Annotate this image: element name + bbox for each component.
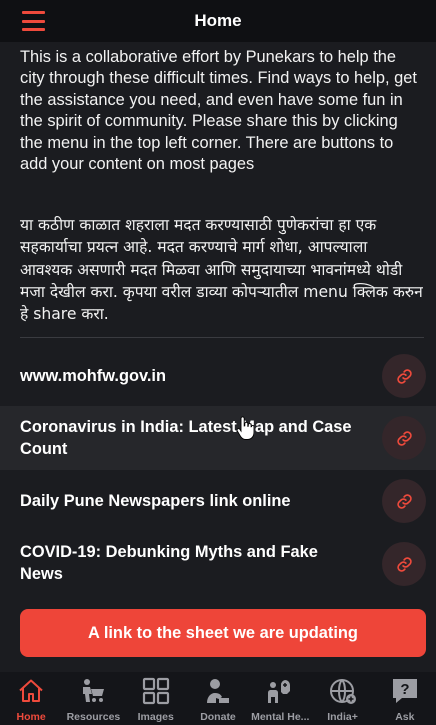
tab-label: Donate xyxy=(200,711,236,723)
link-icon xyxy=(396,556,412,572)
tab-label: India+ xyxy=(327,711,358,723)
link-title: Coronavirus in India: Latest Map and Cas… xyxy=(20,418,352,458)
list-item[interactable]: Coronavirus in India: Latest Map and Cas… xyxy=(0,406,436,470)
tab-mental-health[interactable]: Mental He... xyxy=(249,672,311,725)
link-icon xyxy=(396,368,412,384)
cart-person-icon xyxy=(78,676,108,706)
globe-plus-icon xyxy=(328,676,358,706)
link-title: www.mohfw.gov.in xyxy=(20,367,166,385)
tab-resources[interactable]: Resources xyxy=(62,672,124,725)
tab-label: Home xyxy=(16,711,46,723)
tab-label: Ask xyxy=(395,711,415,723)
link-button[interactable] xyxy=(382,479,426,523)
app-header: Home xyxy=(0,0,436,42)
tab-label: Mental He... xyxy=(251,711,310,723)
hamburger-menu-icon[interactable] xyxy=(13,9,49,33)
image-grid-icon xyxy=(141,676,171,706)
bottom-tab-bar: Home Resources Images Donate Mental He..… xyxy=(0,672,436,725)
link-title: Daily Pune Newspapers link online xyxy=(20,492,291,510)
link-button[interactable] xyxy=(382,542,426,586)
mental-health-icon xyxy=(265,676,295,706)
divider xyxy=(20,337,424,338)
sheet-link-button[interactable]: A link to the sheet we are updating xyxy=(20,609,426,657)
tab-donate[interactable]: Donate xyxy=(187,672,249,725)
intro-marathi-text: या कठीण काळात शहराला मदत करण्यासाठी पुणे… xyxy=(20,216,423,324)
list-item[interactable]: COVID-19: Debunking Myths and Fake News xyxy=(0,537,436,593)
link-button[interactable] xyxy=(382,354,426,398)
tab-home[interactable]: Home xyxy=(0,672,62,725)
tab-india-plus[interactable]: India+ xyxy=(311,672,373,725)
main-content[interactable]: This is a collaborative effort by Puneka… xyxy=(0,42,436,672)
tab-label: Images xyxy=(137,711,174,723)
link-icon xyxy=(396,493,412,509)
list-item[interactable]: Daily Pune Newspapers link online xyxy=(0,476,436,530)
question-icon: ? xyxy=(390,676,420,706)
donate-person-icon xyxy=(203,676,233,706)
hand-cursor-icon xyxy=(236,416,254,440)
link-title: COVID-19: Debunking Myths and Fake News xyxy=(20,543,318,583)
tab-ask[interactable]: ? Ask xyxy=(374,672,436,725)
app-window: Home This is a collaborative effort by P… xyxy=(0,0,436,725)
list-item[interactable]: www.mohfw.gov.in xyxy=(0,349,436,403)
home-icon xyxy=(16,676,46,706)
svg-text:?: ? xyxy=(400,681,409,698)
page-title: Home xyxy=(194,11,242,30)
link-button[interactable] xyxy=(382,416,426,460)
intro-english-text: This is a collaborative effort by Puneka… xyxy=(20,48,417,174)
link-icon xyxy=(396,430,412,446)
tab-images[interactable]: Images xyxy=(125,672,187,725)
tab-label: Resources xyxy=(66,711,121,723)
